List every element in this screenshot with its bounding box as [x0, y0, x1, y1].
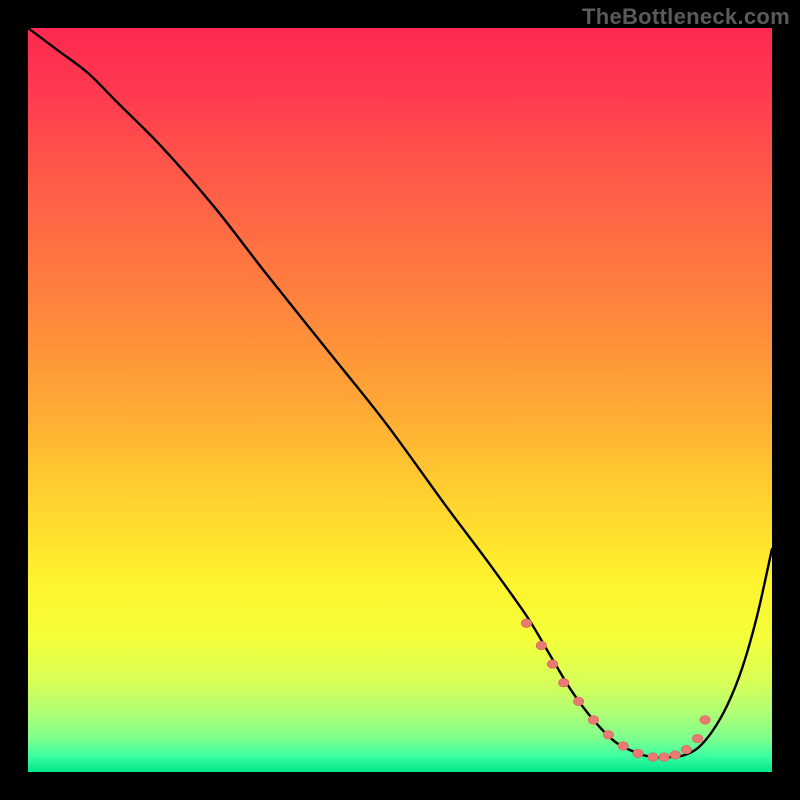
- chart-frame: TheBottleneck.com: [0, 0, 800, 800]
- highlight-dot: [692, 734, 702, 743]
- highlight-dot: [573, 697, 583, 706]
- highlight-dot: [603, 731, 613, 740]
- highlight-dot: [618, 742, 628, 751]
- highlight-dot: [547, 660, 557, 669]
- highlight-dot: [670, 751, 680, 760]
- highlight-dot: [700, 716, 710, 725]
- highlight-dot: [588, 716, 598, 725]
- bottleneck-curve-chart: [28, 28, 772, 772]
- highlight-dot: [521, 619, 531, 628]
- gradient-background: [28, 28, 772, 772]
- watermark-text: TheBottleneck.com: [582, 4, 790, 30]
- plot-area: [28, 28, 772, 772]
- highlight-dot: [558, 678, 568, 687]
- highlight-dot: [633, 749, 643, 758]
- highlight-dot: [536, 641, 546, 650]
- highlight-dot: [648, 753, 658, 762]
- highlight-dot: [681, 745, 691, 754]
- highlight-dot: [659, 753, 669, 762]
